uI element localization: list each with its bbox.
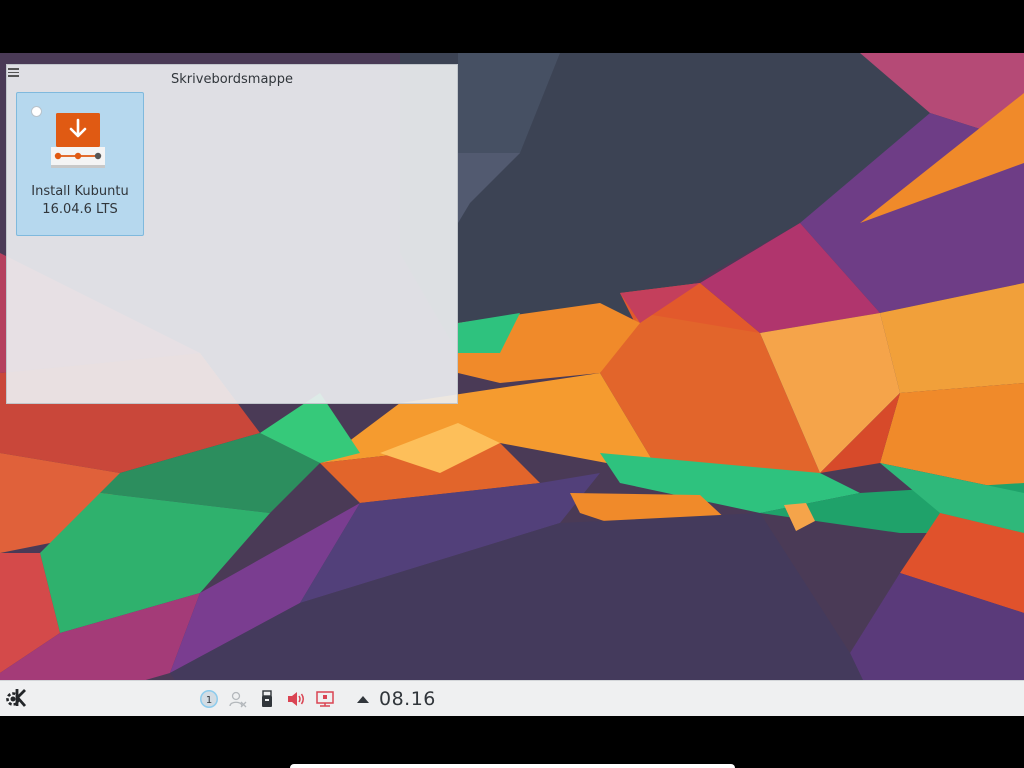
volume-muted-icon[interactable] xyxy=(285,688,307,710)
system-tray: 1 08.16 xyxy=(198,681,436,716)
usb-device-icon[interactable] xyxy=(256,688,278,710)
kde-logo-icon[interactable] xyxy=(3,686,27,710)
user-switch-icon[interactable] xyxy=(227,688,249,710)
digital-clock[interactable]: 08.16 xyxy=(379,688,436,710)
folder-view-widget: Skrivebordsmappe Install Kubuntu 16.04.6… xyxy=(6,64,458,404)
home-indicator[interactable] xyxy=(290,764,735,768)
item-label-line1: Install Kubuntu xyxy=(31,184,129,199)
item-label-line2: 16.04.6 LTS xyxy=(42,202,118,217)
folder-view-title: Skrivebordsmappe xyxy=(171,72,293,87)
notifications-count: 1 xyxy=(206,695,212,706)
show-hidden-arrow-icon[interactable] xyxy=(355,688,371,710)
installer-download-icon xyxy=(51,113,105,168)
bottom-panel: 1 08.16 xyxy=(0,680,1024,716)
notifications-icon[interactable]: 1 xyxy=(198,688,220,710)
screen: Skrivebordsmappe Install Kubuntu 16.04.6… xyxy=(0,0,1024,768)
network-disconnected-icon[interactable] xyxy=(314,688,336,710)
letterbox-bottom xyxy=(0,716,1024,768)
desktop-item-install-kubuntu[interactable]: Install Kubuntu 16.04.6 LTS xyxy=(16,92,144,236)
item-select-toggle[interactable] xyxy=(31,106,42,117)
letterbox-top xyxy=(0,0,1024,53)
desktop-item-label: Install Kubuntu 16.04.6 LTS xyxy=(17,183,143,219)
